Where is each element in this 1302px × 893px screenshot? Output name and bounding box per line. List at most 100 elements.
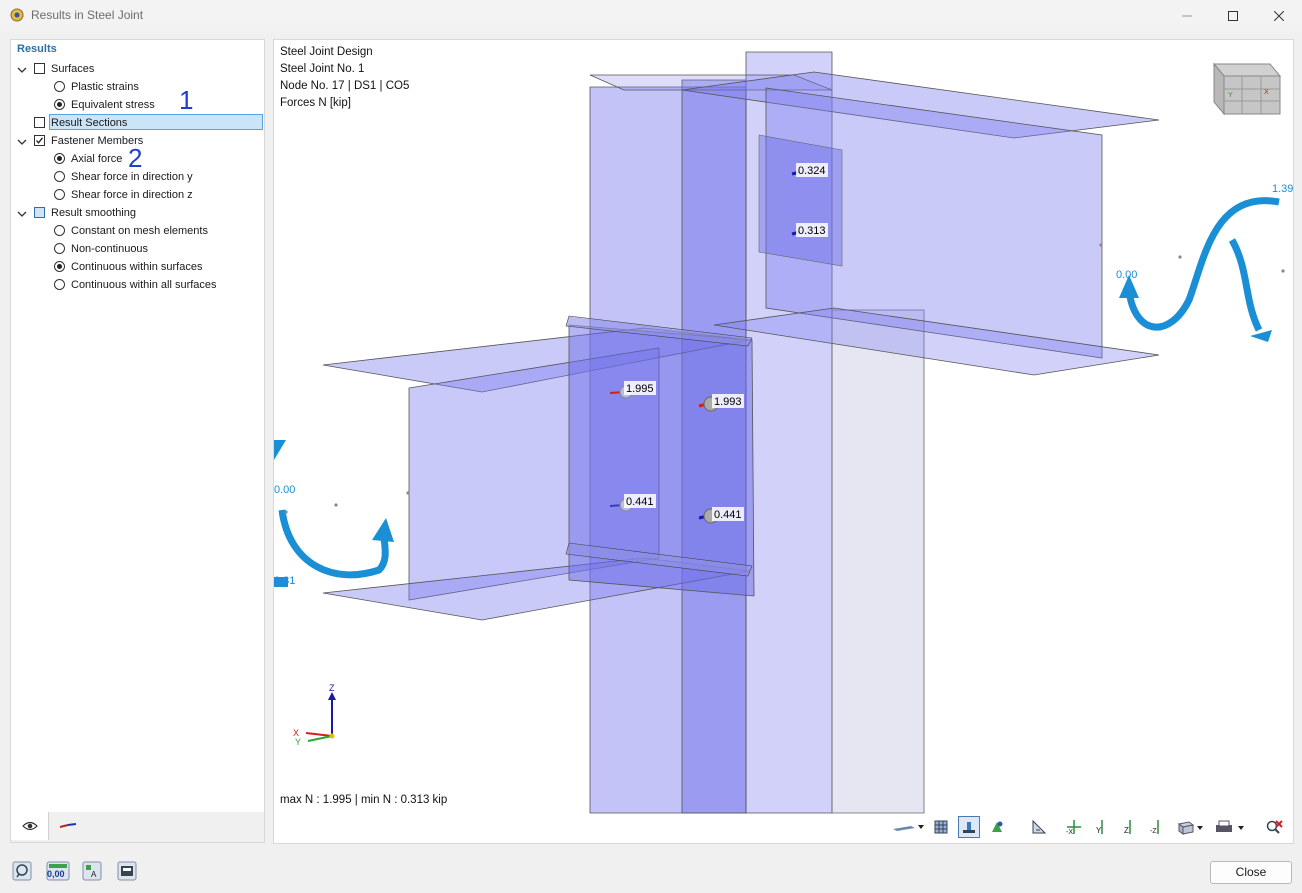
svg-text:Z: Z (329, 683, 335, 693)
3d-viewport[interactable]: 0.324 0.313 1.995 1.993 0.441 0.441 1.39… (273, 39, 1294, 844)
reset-button[interactable] (1263, 816, 1285, 838)
svg-text:A: A (91, 870, 97, 879)
decimal-label: 0,00 (47, 869, 65, 879)
result-sections-checkbox[interactable] (34, 117, 45, 128)
view-y-button[interactable]: Y (1091, 816, 1113, 838)
render-button[interactable] (986, 816, 1008, 838)
continuous-all-label: Continuous within all surfaces (71, 279, 217, 291)
results-button[interactable] (958, 816, 980, 838)
annotation-marker-1: 1 (179, 85, 194, 115)
view-cube[interactable]: Y X (1212, 62, 1282, 116)
view-iso-z-icon: -Z (1150, 820, 1159, 835)
equivalent-stress-radio[interactable] (54, 99, 65, 110)
continuous-surfaces-label: Continuous within surfaces (71, 261, 203, 273)
maximize-button[interactable] (1210, 0, 1256, 31)
mesh-icon (934, 820, 948, 834)
view-z-icon: Z (1124, 820, 1131, 835)
shear-z-radio[interactable] (54, 189, 65, 200)
display-button[interactable] (890, 816, 926, 838)
svg-text:X: X (1264, 89, 1269, 96)
info-line-design: Steel Joint Design (280, 46, 373, 58)
view-x-icon: -X (1066, 820, 1081, 835)
shear-z-label: Shear force in direction z (71, 189, 193, 201)
member-result-icon (59, 823, 76, 828)
box-view-button[interactable] (1175, 816, 1209, 838)
footer-bar: 0,00 A Close (0, 850, 1302, 893)
chevron-down-icon[interactable] (16, 208, 28, 220)
moment-arrowhead-left-top (274, 440, 286, 460)
window-title: Results in Steel Joint (31, 8, 144, 22)
chevron-down-icon[interactable] (16, 64, 28, 76)
panel-header: Results (17, 43, 57, 55)
right-endplate (758, 134, 843, 267)
units-button[interactable]: A (80, 860, 104, 882)
annotation-marker-2: 2 (128, 143, 143, 173)
svg-text:-Z: -Z (1150, 828, 1157, 835)
moment-label-left-mid: 0.00 (274, 484, 295, 496)
decimal-places-button[interactable]: 0,00 (45, 860, 71, 882)
box-icon (1177, 821, 1203, 835)
display-icon (893, 825, 924, 831)
axial-force-radio[interactable] (54, 153, 65, 164)
help-icon (12, 861, 32, 881)
minimize-icon (1182, 15, 1192, 16)
view-x-button[interactable]: -X (1063, 816, 1085, 838)
continuous-all-radio[interactable] (54, 279, 65, 290)
eye-icon (21, 821, 38, 831)
continuous-surfaces-radio[interactable] (54, 261, 65, 272)
moment-arrow-right-2 (1228, 238, 1263, 332)
render-icon (992, 821, 1003, 832)
maximize-icon (1228, 10, 1238, 21)
moment-arrowhead-left (372, 518, 394, 542)
non-continuous-radio[interactable] (54, 243, 65, 254)
svg-text:Y: Y (295, 737, 301, 747)
bolt-value-4: 0.441 (626, 496, 654, 508)
help-button[interactable] (10, 860, 34, 882)
units-icon: A (82, 861, 102, 881)
result-summary: max N : 1.995 | min N : 0.313 kip (280, 794, 448, 806)
close-window-button[interactable] (1256, 0, 1302, 31)
measure-icon (1032, 819, 1047, 834)
moment-arrow-right (1125, 197, 1280, 331)
shear-y-label: Shear force in direction y (71, 171, 193, 183)
moment-label-left-bottom: 0.31 (274, 575, 295, 587)
surfaces-label: Surfaces (51, 63, 95, 75)
close-button[interactable]: Close (1210, 861, 1292, 884)
export-button[interactable] (115, 860, 139, 882)
result-smoothing-label: Result smoothing (51, 207, 136, 219)
panel-tabs (10, 812, 265, 843)
shear-y-radio[interactable] (54, 171, 65, 182)
export-icon (117, 861, 137, 881)
print-button[interactable] (1212, 816, 1248, 838)
chevron-down-icon[interactable] (16, 136, 28, 148)
tab-member-results[interactable] (49, 812, 86, 840)
reset-icon (1266, 820, 1283, 834)
info-line-forces: Forces N [kip] (280, 97, 351, 109)
surfaces-checkbox[interactable] (34, 63, 45, 74)
non-continuous-label: Non-continuous (71, 243, 149, 255)
close-icon (1274, 10, 1284, 21)
measure-button[interactable] (1028, 816, 1050, 838)
mesh-button[interactable] (930, 816, 952, 838)
tab-display[interactable] (11, 812, 49, 840)
title-bar: Results in Steel Joint (0, 0, 1302, 31)
moment-arrow-left (278, 509, 389, 579)
axial-force-label: Axial force (71, 153, 123, 165)
constant-mesh-radio[interactable] (54, 225, 65, 236)
minimize-button[interactable] (1164, 0, 1210, 31)
info-line-node: Node No. 17 | DS1 | CO5 (280, 80, 410, 92)
print-icon (1216, 820, 1244, 832)
moment-arrowhead-right-2 (1250, 330, 1272, 342)
svg-text:Y: Y (1096, 826, 1102, 835)
result-smoothing-checkbox[interactable] (34, 207, 45, 218)
svg-text:-X: -X (1066, 829, 1073, 835)
fastener-members-checkbox[interactable] (34, 135, 45, 146)
checkmark-icon (36, 137, 44, 144)
view-y-icon: Y (1096, 820, 1103, 835)
view-z-button[interactable]: Z (1119, 816, 1141, 838)
plastic-strains-radio[interactable] (54, 81, 65, 92)
bolt-value-5: 0.441 (714, 509, 742, 521)
results-icon (963, 822, 975, 833)
info-line-joint: Steel Joint No. 1 (280, 63, 365, 75)
view-iso-z-button[interactable]: -Z (1147, 816, 1169, 838)
